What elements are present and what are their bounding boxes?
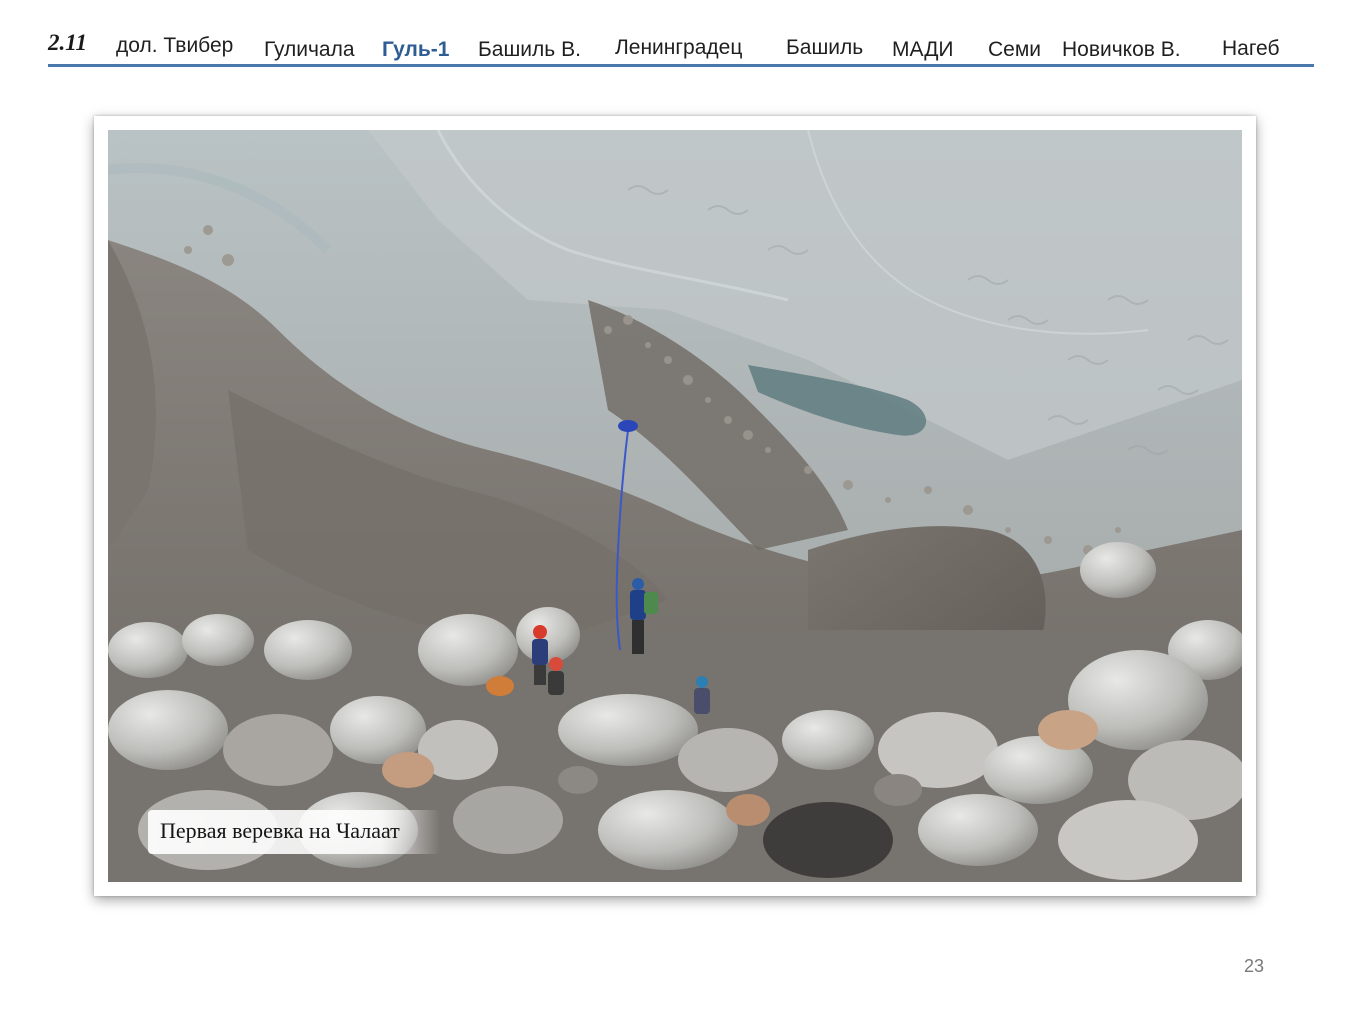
- glacier-photo-illustration: [108, 130, 1242, 882]
- section-navigation: дол. Твибер Гуличала Гуль-1 Башиль В. Ле…: [0, 0, 1350, 70]
- nav-item-leningradets[interactable]: Ленинградец: [615, 36, 742, 60]
- glacier-photo: Первая веревка на Чалаат: [108, 130, 1242, 882]
- nav-item-bashil[interactable]: Башиль: [786, 36, 863, 60]
- nav-item-tviber[interactable]: дол. Твибер: [116, 34, 233, 58]
- nav-item-semi[interactable]: Семи: [988, 38, 1041, 62]
- page-number: 23: [1244, 956, 1265, 976]
- nav-item-novichkov-v[interactable]: Новичков В.: [1062, 38, 1181, 62]
- nav-item-gulichala[interactable]: Гуличала: [264, 38, 355, 62]
- header-divider: [48, 64, 1314, 67]
- nav-item-bashil-v[interactable]: Башиль В.: [478, 38, 581, 62]
- nav-item-madi[interactable]: МАДИ: [892, 38, 954, 62]
- photo-frame: Первая веревка на Чалаат: [94, 116, 1256, 896]
- nav-item-nageb[interactable]: Нагеб: [1222, 37, 1280, 61]
- document-page: 2.11 дол. Твибер Гуличала Гуль-1 Башиль …: [0, 0, 1350, 1013]
- photo-caption: Первая веревка на Чалаат: [148, 810, 440, 854]
- nav-item-gul-1[interactable]: Гуль-1: [382, 38, 449, 62]
